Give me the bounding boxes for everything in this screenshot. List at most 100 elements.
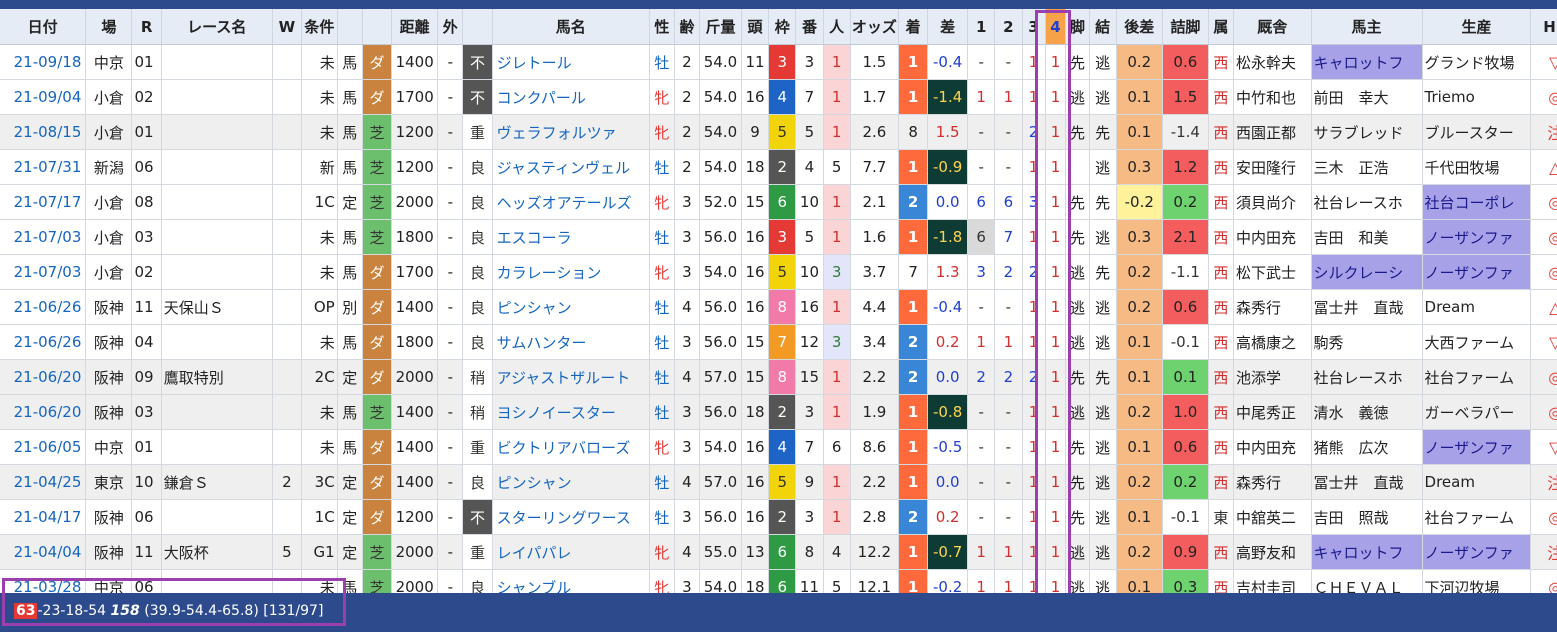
cell-race[interactable]: 大阪杯 xyxy=(161,534,273,570)
cell-date[interactable]: 21-07/03 xyxy=(0,219,87,255)
cell-date[interactable]: 21-07/31 xyxy=(0,149,87,185)
cell-race[interactable] xyxy=(161,44,273,80)
table-row[interactable]: 21-08/15 小倉 01 未馬芝 1200- 重ヴェラフォルツァ牝 2 54.0 9 5 5 1 2… xyxy=(0,114,1557,150)
cell-date[interactable]: 21-03/28 xyxy=(0,569,87,593)
col-header-10[interactable] xyxy=(462,9,493,45)
col-header-28[interactable]: 後差 xyxy=(1116,9,1163,45)
col-header-24[interactable]: 3 xyxy=(1022,9,1046,45)
col-header-30[interactable]: 属 xyxy=(1208,9,1235,45)
cell-date[interactable]: 21-09/18 xyxy=(0,44,87,80)
cell-date[interactable]: 21-07/03 xyxy=(0,254,87,290)
table-row[interactable]: 21-06/20 阪神 03 未馬芝 1400- 稍ヨシノイースター牡 3 56.0 18 2 3 1… xyxy=(0,394,1557,430)
cell-race[interactable] xyxy=(161,219,273,255)
col-header-6[interactable] xyxy=(337,9,363,45)
cell-horse[interactable]: アジャストザルート xyxy=(492,359,650,395)
cell-horse[interactable]: ピンシャン xyxy=(492,289,650,325)
table-row[interactable]: 21-09/04 小倉 02 未馬ダ 1700- 不コンクパール牝 2 54.0 16 4 7 1 1.… xyxy=(0,79,1557,115)
cell-horse[interactable]: カラレーション xyxy=(492,254,650,290)
col-header-15[interactable]: 頭 xyxy=(741,9,770,45)
col-header-2[interactable]: R xyxy=(131,9,162,45)
col-header-33[interactable]: 生産 xyxy=(1422,9,1532,45)
table-row[interactable]: 21-07/17 小倉 08 1C 定芝 2000- 良ヘッズオアテールズ牝 3 52.0 15 6… xyxy=(0,184,1557,220)
cell-race[interactable] xyxy=(161,499,273,535)
cell-date[interactable]: 21-08/15 xyxy=(0,114,87,150)
col-header-14[interactable]: 斤量 xyxy=(699,9,742,45)
cell-horse[interactable]: コンクパール xyxy=(492,79,650,115)
col-header-13[interactable]: 齢 xyxy=(674,9,701,45)
table-row[interactable]: 21-06/20 阪神 09 鷹取特別 2C 定ダ 2000- 稍アジャストザルート牡 4 57.… xyxy=(0,359,1557,395)
cell-horse[interactable]: ヨシノイースター xyxy=(492,394,650,430)
cell-horse[interactable]: サムハンター xyxy=(492,324,650,360)
col-header-23[interactable]: 2 xyxy=(994,9,1023,45)
col-header-7[interactable] xyxy=(362,9,393,45)
cell-date[interactable]: 21-06/26 xyxy=(0,289,87,325)
cell-race[interactable]: 天保山Ｓ xyxy=(161,289,273,325)
col-header-3[interactable]: レース名 xyxy=(161,9,273,45)
table-row[interactable]: 21-04/04 阪神 11 大阪杯 5 G1 定芝 2000- 重レイパパレ牝 4 55.0 13 6… xyxy=(0,534,1557,570)
cell-horse[interactable]: ジレトール xyxy=(492,44,650,80)
table-row[interactable]: 21-04/25 東京 10 鎌倉Ｓ 2 3C 定ダ 1400- 良ピンシャン牡 4 57.0 16 5… xyxy=(0,464,1557,500)
cell-date[interactable]: 21-04/17 xyxy=(0,499,87,535)
cell-race[interactable] xyxy=(161,254,273,290)
cell-horse[interactable]: ジャスティンヴェル xyxy=(492,149,650,185)
col-header-17[interactable]: 番 xyxy=(795,9,824,45)
table-row[interactable]: 21-09/18 中京 01 未馬ダ 1400- 不ジレトール牡 2 54.0 11 3 3 1 1.5… xyxy=(0,44,1557,80)
col-header-1[interactable]: 場 xyxy=(85,9,133,45)
col-header-8[interactable]: 距離 xyxy=(391,9,439,45)
table-row[interactable]: 21-07/03 小倉 03 未馬芝 1800- 良エスコーラ牡 3 56.0 16 3 5 1 1.6… xyxy=(0,219,1557,255)
col-header-5[interactable]: 条件 xyxy=(301,9,338,45)
col-header-4[interactable]: W xyxy=(272,9,303,45)
cell-horse[interactable]: エスコーラ xyxy=(492,219,650,255)
col-header-34[interactable]: HB xyxy=(1530,9,1557,45)
col-header-22[interactable]: 1 xyxy=(967,9,996,45)
cell-date[interactable]: 21-09/04 xyxy=(0,79,87,115)
cell-race[interactable]: 鷹取特別 xyxy=(161,359,273,395)
race-table-area[interactable]: 日付場 R レース名 W 条件 距離外馬名性齢斤量頭枠番人オッズ着差 1 2 3 4 脚結後差 詰脚属… xyxy=(0,9,1557,593)
cell-horse[interactable]: シャンブル xyxy=(492,569,650,593)
table-row[interactable]: 21-07/31 新潟 06 新馬芝 1200- 良ジャスティンヴェル牡 2 54.0 18 2 4… xyxy=(0,149,1557,185)
col-header-31[interactable]: 厩舎 xyxy=(1233,9,1312,45)
col-header-9[interactable]: 外 xyxy=(437,9,464,45)
cell-date[interactable]: 21-04/04 xyxy=(0,534,87,570)
col-header-32[interactable]: 馬主 xyxy=(1311,9,1423,45)
table-row[interactable]: 21-04/17 阪神 06 1C 定ダ 1200- 不スターリングワース牡 3 56.0 16 2… xyxy=(0,499,1557,535)
cell-race[interactable] xyxy=(161,429,273,465)
cell-race[interactable] xyxy=(161,569,273,593)
col-header-26[interactable]: 脚 xyxy=(1065,9,1090,45)
cell-race[interactable] xyxy=(161,79,273,115)
cell-horse[interactable]: ビクトリアバローズ xyxy=(492,429,650,465)
cell-date[interactable]: 21-06/26 xyxy=(0,324,87,360)
col-header-19[interactable]: オッズ xyxy=(850,9,899,45)
cell-date[interactable]: 21-06/20 xyxy=(0,394,87,430)
cell-horse[interactable]: ヴェラフォルツァ xyxy=(492,114,650,150)
col-header-12[interactable]: 性 xyxy=(649,9,675,45)
cell-horse[interactable]: スターリングワース xyxy=(492,499,650,535)
cell-date[interactable]: 21-06/20 xyxy=(0,359,87,395)
cell-race[interactable] xyxy=(161,184,273,220)
table-row[interactable]: 21-07/03 小倉 02 未馬ダ 1700- 良カラレーション牝 3 54.0 16 5 10 3… xyxy=(0,254,1557,290)
col-header-21[interactable]: 差 xyxy=(927,9,969,45)
col-header-0[interactable]: 日付 xyxy=(0,9,87,45)
cell-date[interactable]: 21-07/17 xyxy=(0,184,87,220)
table-row[interactable]: 21-06/26 阪神 04 未馬ダ 1800- 良サムハンター牡 3 56.0 15 7 12 3 3… xyxy=(0,324,1557,360)
col-header-29[interactable]: 詰脚 xyxy=(1162,9,1209,45)
cell-race[interactable] xyxy=(161,394,273,430)
col-header-20[interactable]: 着 xyxy=(898,9,929,45)
cell-race[interactable] xyxy=(161,114,273,150)
cell-date[interactable]: 21-04/25 xyxy=(0,464,87,500)
cell-race[interactable]: 鎌倉Ｓ xyxy=(161,464,273,500)
cell-race[interactable] xyxy=(161,324,273,360)
table-row[interactable]: 21-06/26 阪神 11 天保山Ｓ OP 別ダ 1400- 良ピンシャン牡 4 56.0 16 8… xyxy=(0,289,1557,325)
col-header-27[interactable]: 結 xyxy=(1089,9,1117,45)
cell-horse[interactable]: ヘッズオアテールズ xyxy=(492,184,650,220)
cell-horse[interactable]: ピンシャン xyxy=(492,464,650,500)
col-header-25[interactable]: 4 xyxy=(1045,9,1067,45)
col-header-18[interactable]: 人 xyxy=(823,9,851,45)
table-row[interactable]: 21-03/28 中京 06 未馬芝 2000- 良シャンブル牝 3 54.0 18 6 11 5 12… xyxy=(0,569,1557,593)
table-row[interactable]: 21-06/05 中京 01 未馬ダ 1400- 重ビクトリアバローズ牝 3 54.0 16 4 7… xyxy=(0,429,1557,465)
cell-horse[interactable]: レイパパレ xyxy=(492,534,650,570)
cell-date[interactable]: 21-06/05 xyxy=(0,429,87,465)
cell-race[interactable] xyxy=(161,149,273,185)
col-header-16[interactable]: 枠 xyxy=(768,9,797,45)
col-header-11[interactable]: 馬名 xyxy=(492,9,650,45)
